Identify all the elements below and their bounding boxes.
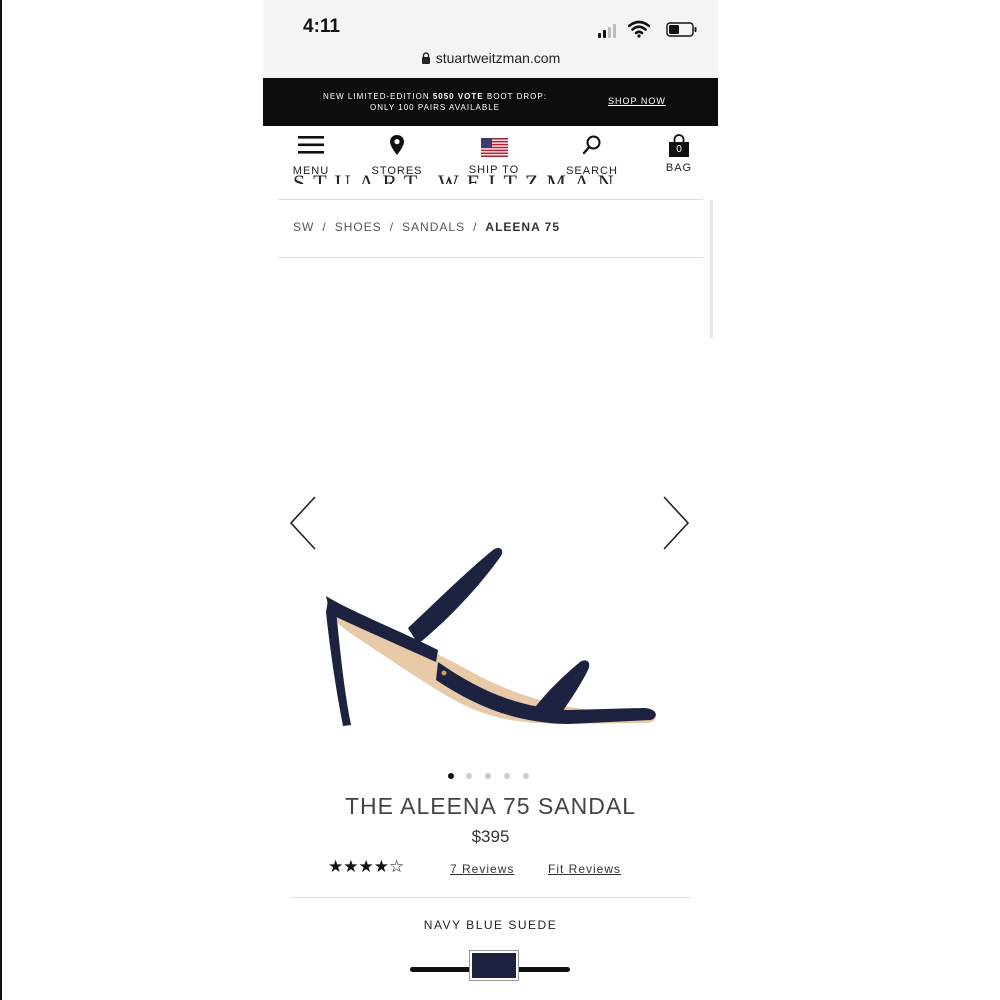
- star-rating: ★★★★☆: [328, 857, 405, 876]
- promo-line2: ONLY 100 PAIRS AVAILABLE: [370, 103, 500, 112]
- phone-screen: 4:11 stuartweitzman.com NEW LIMITED-EDIT…: [263, 0, 718, 1000]
- carousel-dots: [448, 773, 538, 783]
- promo-line1-suffix: BOOT DROP:: [483, 92, 547, 101]
- status-time: 4:11: [303, 16, 340, 37]
- search-label: SEARCH: [566, 165, 618, 177]
- product-image-sandal[interactable]: [318, 540, 663, 735]
- screen-border: [0, 0, 2, 1000]
- promo-line1-prefix: NEW LIMITED-EDITION: [323, 92, 433, 101]
- carousel-dot-5[interactable]: [523, 773, 529, 779]
- search-button[interactable]: SEARCH: [565, 134, 619, 177]
- signal-icon: [598, 22, 620, 38]
- color-name: NAVY BLUE SUEDE: [423, 918, 558, 932]
- hamburger-icon: [298, 136, 324, 154]
- stores-button[interactable]: STORES: [371, 134, 423, 177]
- shop-now-link[interactable]: SHOP NOW: [608, 96, 666, 106]
- us-flag-icon: [480, 138, 508, 157]
- status-icons: [588, 20, 698, 40]
- menu-button[interactable]: MENU: [291, 134, 331, 177]
- ship-to-label: SHIP TO: [468, 164, 520, 176]
- bag-count: 0: [676, 144, 682, 155]
- status-bar: 4:11 stuartweitzman.com: [263, 0, 718, 78]
- breadcrumb-divider: [278, 257, 703, 258]
- lock-icon: [421, 52, 430, 64]
- info-divider: [290, 897, 691, 898]
- promo-line1-bold: 5050 VOTE: [432, 92, 484, 101]
- product-title: THE ALEENA 75 SANDAL: [344, 793, 636, 819]
- battery-icon: [666, 22, 697, 37]
- breadcrumb: SW / SHOES / SANDALS / ALEENA 75: [293, 220, 560, 234]
- search-icon: [582, 135, 601, 155]
- map-pin-icon: [390, 135, 404, 155]
- product-price: $395: [471, 827, 510, 846]
- carousel-dot-3[interactable]: [485, 773, 491, 779]
- carousel-dot-4[interactable]: [504, 773, 510, 779]
- wifi-icon: [628, 20, 650, 38]
- stores-label: STORES: [371, 165, 423, 177]
- reviews-link[interactable]: 7 Reviews: [450, 862, 514, 876]
- address-bar[interactable]: stuartweitzman.com: [263, 50, 718, 66]
- previous-image-arrow-icon[interactable]: [288, 495, 318, 551]
- next-image-arrow-icon[interactable]: [661, 495, 691, 551]
- promo-text: NEW LIMITED-EDITION 5050 VOTE BOOT DROP:…: [305, 91, 565, 113]
- breadcrumb-separator: /: [322, 220, 327, 234]
- color-swatch-navy[interactable]: [470, 951, 518, 980]
- breadcrumb-shoes[interactable]: SHOES: [335, 220, 382, 234]
- ship-to-button[interactable]: SHIP TO: [467, 138, 521, 176]
- breadcrumb-sw[interactable]: SW: [293, 220, 314, 234]
- breadcrumb-current: ALEENA 75: [485, 220, 560, 234]
- nav-divider: [278, 199, 703, 200]
- breadcrumb-sandals[interactable]: SANDALS: [402, 220, 465, 234]
- breadcrumb-separator: /: [473, 220, 478, 234]
- url-text: stuartweitzman.com: [435, 50, 561, 66]
- bag-button[interactable]: 0 BAG: [661, 134, 697, 174]
- carousel-dot-1[interactable]: [448, 773, 454, 779]
- scrollbar[interactable]: [710, 200, 713, 338]
- carousel-dot-2[interactable]: [466, 773, 472, 779]
- bag-icon: 0: [668, 134, 690, 158]
- fit-reviews-link[interactable]: Fit Reviews: [548, 862, 621, 876]
- promo-banner: NEW LIMITED-EDITION 5050 VOTE BOOT DROP:…: [263, 78, 718, 126]
- main-nav: STUART WEITZMAN MENU STORES SHIP TO SEAR…: [263, 126, 718, 198]
- bag-label: BAG: [665, 162, 693, 174]
- menu-label: MENU: [292, 165, 330, 177]
- breadcrumb-separator: /: [389, 220, 395, 234]
